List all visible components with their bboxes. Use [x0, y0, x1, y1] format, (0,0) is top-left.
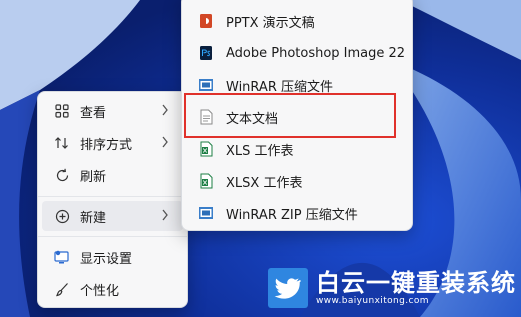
- excel-xls-file-icon: [198, 141, 214, 157]
- submenu-item-label: PPTX 演示文稿: [226, 15, 315, 31]
- winrar-zip-icon: [198, 205, 214, 221]
- brush-icon: [54, 281, 70, 297]
- menu-divider: [38, 196, 187, 197]
- menu-item-label: 个性化: [80, 283, 120, 299]
- highlight-annotation-box: [184, 93, 396, 138]
- submenu-item-label: WinRAR ZIP 压缩文件: [226, 207, 358, 223]
- excel-xlsx-file-icon: [198, 173, 214, 189]
- menu-item-refresh[interactable]: 刷新: [42, 160, 183, 190]
- menu-item-display-settings[interactable]: 显示设置: [42, 242, 183, 272]
- powerpoint-file-icon: [198, 13, 214, 29]
- bird-logo-icon: [268, 268, 308, 308]
- winrar-archive-icon: [198, 77, 214, 93]
- menu-item-personalize[interactable]: 个性化: [42, 274, 183, 304]
- submenu-item-label: XLSX 工作表: [226, 175, 303, 191]
- display-settings-icon: [54, 249, 70, 265]
- menu-item-label: 排序方式: [80, 137, 133, 153]
- submenu-item-photoshop[interactable]: Adobe Photoshop Image 22: [186, 38, 408, 68]
- watermark-url: www.baiyunxitong.com: [316, 295, 429, 306]
- watermark-title: 白云一键重装系统: [316, 268, 516, 297]
- menu-item-new[interactable]: 新建: [42, 201, 183, 231]
- menu-item-sort-by[interactable]: 排序方式: [42, 128, 183, 158]
- chevron-right-icon: [162, 209, 168, 221]
- chevron-right-icon: [162, 136, 168, 148]
- menu-divider: [38, 236, 187, 237]
- menu-item-label: 显示设置: [80, 251, 133, 267]
- grid-view-icon: [54, 103, 70, 119]
- submenu-item-label: Adobe Photoshop Image 22: [226, 45, 406, 61]
- add-circle-icon: [54, 208, 70, 224]
- site-watermark: 白云一键重装系统 www.baiyunxitong.com: [268, 268, 516, 308]
- menu-item-view[interactable]: 查看: [42, 96, 183, 126]
- submenu-item-label: XLS 工作表: [226, 143, 294, 159]
- refresh-icon: [54, 167, 70, 183]
- submenu-item-xlsx[interactable]: XLSX 工作表: [186, 166, 408, 196]
- photoshop-file-icon: [198, 45, 214, 61]
- sort-arrows-icon: [54, 135, 70, 151]
- menu-item-label: 查看: [80, 105, 107, 121]
- desktop-context-menu: 查看 排序方式 刷新 新建 显示设置 个性化: [37, 91, 188, 308]
- submenu-item-winrar-zip[interactable]: WinRAR ZIP 压缩文件: [186, 198, 408, 228]
- submenu-item-pptx[interactable]: PPTX 演示文稿: [186, 6, 408, 36]
- menu-item-label: 刷新: [80, 169, 107, 185]
- submenu-item-xls[interactable]: XLS 工作表: [186, 134, 408, 164]
- chevron-right-icon: [162, 104, 168, 116]
- menu-item-label: 新建: [80, 210, 107, 226]
- submenu-item-label: WinRAR 压缩文件: [226, 79, 333, 95]
